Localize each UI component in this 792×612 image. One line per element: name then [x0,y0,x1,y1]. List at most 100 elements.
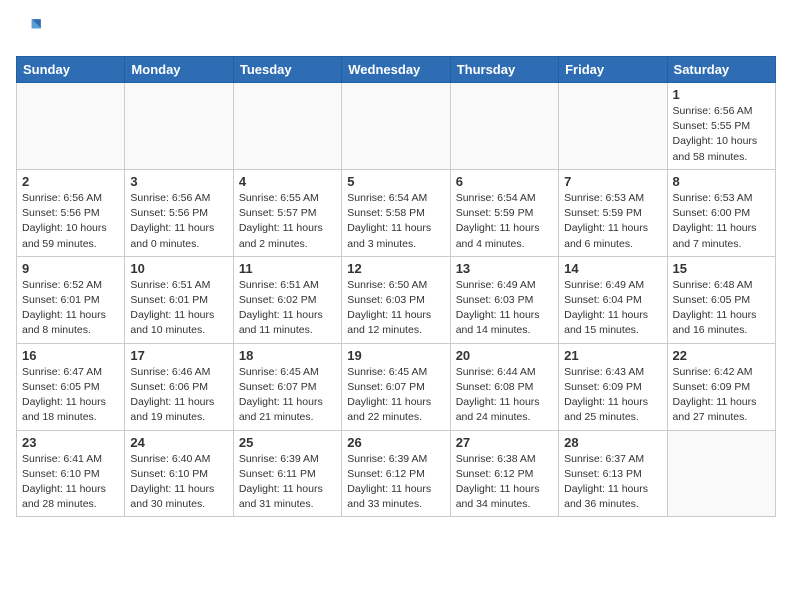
calendar-day-cell: 21 Sunrise: 6:43 AMSunset: 6:09 PMDayligh… [559,343,667,430]
calendar-day-cell: 3Sunrise: 6:56 AMSunset: 5:56 PMDaylight… [125,169,233,256]
day-of-week-header: Friday [559,57,667,83]
day-info: Sunrise: 6:54 AMSunset: 5:58 PMDaylight:… [347,191,444,252]
calendar-day-cell [559,83,667,170]
logo-icon [16,16,44,44]
calendar-day-cell: 24 Sunrise: 6:40 AMSunset: 6:10 PMDayligh… [125,430,233,517]
calendar-day-cell: 26 Sunrise: 6:39 AMSunset: 6:12 PMDayligh… [342,430,450,517]
logo [16,16,48,44]
calendar-day-cell [450,83,558,170]
calendar-day-cell: 18 Sunrise: 6:45 AMSunset: 6:07 PMDayligh… [233,343,341,430]
calendar-day-cell: 4 Sunrise: 6:55 AMSunset: 5:57 PMDaylight… [233,169,341,256]
day-info: Sunrise: 6:52 AMSunset: 6:01 PMDaylight:… [22,278,119,339]
day-info: Sunrise: 6:39 AMSunset: 6:11 PMDaylight:… [239,452,336,513]
day-info: Sunrise: 6:42 AMSunset: 6:09 PMDaylight:… [673,365,770,426]
day-number: 4 [239,174,336,189]
day-number: 26 [347,435,444,450]
day-number: 24 [130,435,227,450]
calendar-day-cell [342,83,450,170]
day-number: 1 [673,87,770,102]
day-of-week-header: Monday [125,57,233,83]
day-number: 6 [456,174,553,189]
day-info: Sunrise: 6:41 AMSunset: 6:10 PMDaylight:… [22,452,119,513]
calendar-day-cell: 6 Sunrise: 6:54 AMSunset: 5:59 PMDaylight… [450,169,558,256]
calendar-week-row: 23 Sunrise: 6:41 AMSunset: 6:10 PMDayligh… [17,430,776,517]
day-info: Sunrise: 6:51 AMSunset: 6:02 PMDaylight:… [239,278,336,339]
day-number: 11 [239,261,336,276]
day-info: Sunrise: 6:47 AMSunset: 6:05 PMDaylight:… [22,365,119,426]
calendar-day-cell: 22 Sunrise: 6:42 AMSunset: 6:09 PMDayligh… [667,343,775,430]
day-info: Sunrise: 6:46 AMSunset: 6:06 PMDaylight:… [130,365,227,426]
calendar-day-cell: 27 Sunrise: 6:38 AMSunset: 6:12 PMDayligh… [450,430,558,517]
day-number: 25 [239,435,336,450]
day-info: Sunrise: 6:40 AMSunset: 6:10 PMDaylight:… [130,452,227,513]
day-number: 7 [564,174,661,189]
day-info: Sunrise: 6:51 AMSunset: 6:01 PMDaylight:… [130,278,227,339]
calendar-day-cell [233,83,341,170]
day-info: Sunrise: 6:38 AMSunset: 6:12 PMDaylight:… [456,452,553,513]
day-number: 18 [239,348,336,363]
day-of-week-header: Thursday [450,57,558,83]
calendar-week-row: 16 Sunrise: 6:47 AMSunset: 6:05 PMDayligh… [17,343,776,430]
calendar-day-cell: 2Sunrise: 6:56 AMSunset: 5:56 PMDaylight… [17,169,125,256]
calendar-table: SundayMondayTuesdayWednesdayThursdayFrid… [16,56,776,517]
day-of-week-header: Sunday [17,57,125,83]
day-info: Sunrise: 6:44 AMSunset: 6:08 PMDaylight:… [456,365,553,426]
calendar-week-row: 1 Sunrise: 6:56 AMSunset: 5:55 PMDaylight… [17,83,776,170]
day-number: 20 [456,348,553,363]
calendar-day-cell: 15 Sunrise: 6:48 AMSunset: 6:05 PMDayligh… [667,256,775,343]
calendar-day-cell: 11 Sunrise: 6:51 AMSunset: 6:02 PMDayligh… [233,256,341,343]
calendar-day-cell [667,430,775,517]
calendar-day-cell: 13 Sunrise: 6:49 AMSunset: 6:03 PMDayligh… [450,256,558,343]
day-of-week-header: Tuesday [233,57,341,83]
day-of-week-header: Wednesday [342,57,450,83]
day-info: Sunrise: 6:48 AMSunset: 6:05 PMDaylight:… [673,278,770,339]
calendar-day-cell: 19Sunrise: 6:45 AMSunset: 6:07 PMDayligh… [342,343,450,430]
page-header [16,16,776,44]
day-number: 23 [22,435,119,450]
day-info: Sunrise: 6:56 AMSunset: 5:56 PMDaylight:… [130,191,227,252]
day-info: Sunrise: 6:39 AMSunset: 6:12 PMDaylight:… [347,452,444,513]
day-info: Sunrise: 6:56 AMSunset: 5:56 PMDaylight:… [22,191,119,252]
day-number: 14 [564,261,661,276]
calendar-day-cell: 5 Sunrise: 6:54 AMSunset: 5:58 PMDaylight… [342,169,450,256]
calendar-day-cell: 16 Sunrise: 6:47 AMSunset: 6:05 PMDayligh… [17,343,125,430]
day-info: Sunrise: 6:53 AMSunset: 6:00 PMDaylight:… [673,191,770,252]
calendar-day-cell: 28 Sunrise: 6:37 AMSunset: 6:13 PMDayligh… [559,430,667,517]
calendar-day-cell: 20 Sunrise: 6:44 AMSunset: 6:08 PMDayligh… [450,343,558,430]
day-number: 22 [673,348,770,363]
day-info: Sunrise: 6:49 AMSunset: 6:03 PMDaylight:… [456,278,553,339]
day-number: 27 [456,435,553,450]
day-number: 17 [130,348,227,363]
day-info: Sunrise: 6:45 AMSunset: 6:07 PMDaylight:… [239,365,336,426]
day-info: Sunrise: 6:37 AMSunset: 6:13 PMDaylight:… [564,452,661,513]
day-info: Sunrise: 6:53 AMSunset: 5:59 PMDaylight:… [564,191,661,252]
day-number: 8 [673,174,770,189]
calendar-day-cell [125,83,233,170]
day-number: 28 [564,435,661,450]
day-number: 15 [673,261,770,276]
calendar-day-cell: 12 Sunrise: 6:50 AMSunset: 6:03 PMDayligh… [342,256,450,343]
calendar-header: SundayMondayTuesdayWednesdayThursdayFrid… [17,57,776,83]
day-info: Sunrise: 6:50 AMSunset: 6:03 PMDaylight:… [347,278,444,339]
days-of-week-row: SundayMondayTuesdayWednesdayThursdayFrid… [17,57,776,83]
day-of-week-header: Saturday [667,57,775,83]
day-number: 9 [22,261,119,276]
day-number: 21 [564,348,661,363]
calendar-body: 1 Sunrise: 6:56 AMSunset: 5:55 PMDaylight… [17,83,776,517]
calendar-day-cell: 14 Sunrise: 6:49 AMSunset: 6:04 PMDayligh… [559,256,667,343]
calendar-day-cell: 9 Sunrise: 6:52 AMSunset: 6:01 PMDaylight… [17,256,125,343]
calendar-week-row: 2Sunrise: 6:56 AMSunset: 5:56 PMDaylight… [17,169,776,256]
calendar-day-cell: 8 Sunrise: 6:53 AMSunset: 6:00 PMDaylight… [667,169,775,256]
day-number: 5 [347,174,444,189]
day-number: 12 [347,261,444,276]
calendar-day-cell: 23 Sunrise: 6:41 AMSunset: 6:10 PMDayligh… [17,430,125,517]
day-info: Sunrise: 6:54 AMSunset: 5:59 PMDaylight:… [456,191,553,252]
calendar-day-cell: 1 Sunrise: 6:56 AMSunset: 5:55 PMDaylight… [667,83,775,170]
day-number: 13 [456,261,553,276]
day-info: Sunrise: 6:55 AMSunset: 5:57 PMDaylight:… [239,191,336,252]
day-info: Sunrise: 6:43 AMSunset: 6:09 PMDaylight:… [564,365,661,426]
day-info: Sunrise: 6:49 AMSunset: 6:04 PMDaylight:… [564,278,661,339]
calendar-day-cell: 17 Sunrise: 6:46 AMSunset: 6:06 PMDayligh… [125,343,233,430]
day-info: Sunrise: 6:56 AMSunset: 5:55 PMDaylight:… [673,104,770,165]
day-number: 16 [22,348,119,363]
